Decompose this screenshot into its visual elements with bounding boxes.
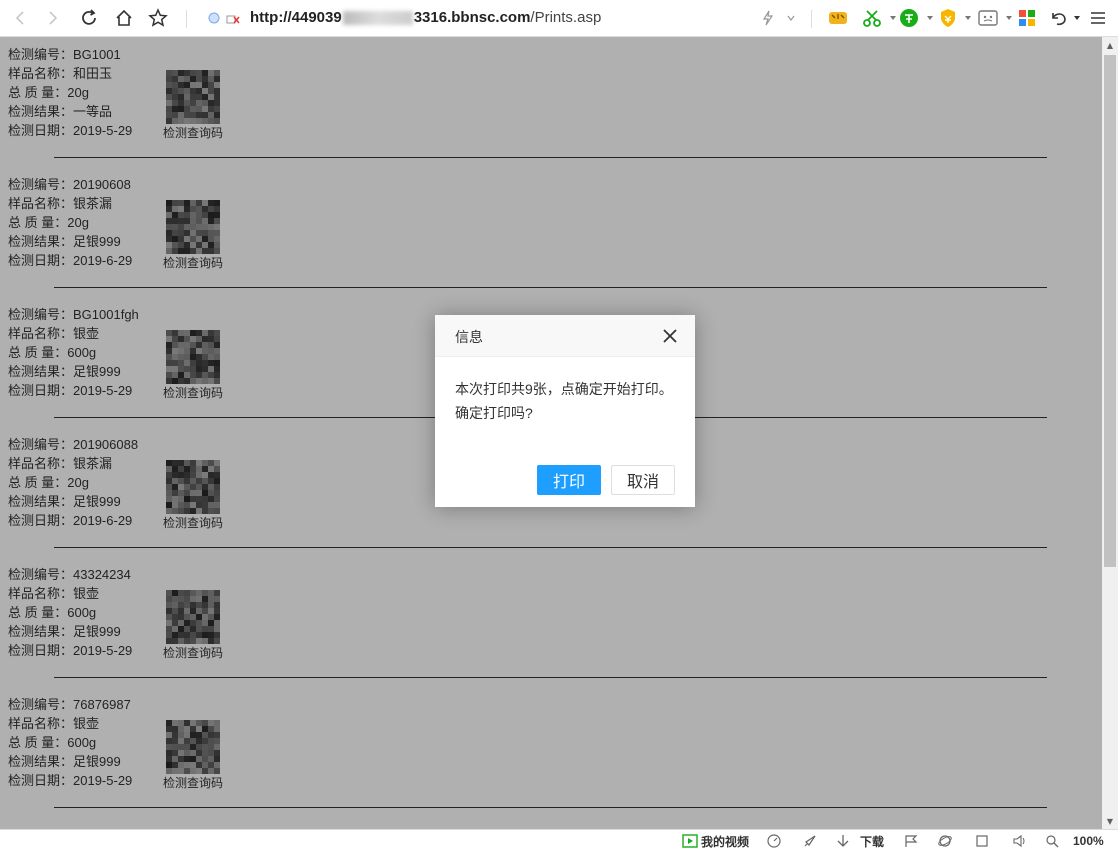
star-icon[interactable] [146,6,170,30]
download-icon [837,835,849,847]
dialog-message-line: 本次打印共9张，点确定开始打印。 [455,381,673,397]
download-button[interactable]: 下载 [836,833,884,849]
vertical-scrollbar[interactable]: ▲ ▼ [1102,37,1118,829]
zoom-icon[interactable] [1045,833,1059,849]
dialog-title: 信息 [455,329,483,345]
volume-icon[interactable] [1012,833,1028,849]
rocket-icon[interactable] [802,833,818,849]
scroll-thumb[interactable] [1104,55,1116,567]
address-bar[interactable]: http://449039 3316.bbnsc.com/Prints.asp [200,4,810,32]
home-icon[interactable] [112,6,136,30]
dialog-message: 本次打印共9张，点确定开始打印。 确定打印吗? [455,377,680,425]
cancel-button[interactable]: 取消 [611,465,675,495]
browser-toolbar: http://449039 3316.bbnsc.com/Prints.asp [0,0,1118,37]
zoom-level[interactable]: 100% [1073,833,1104,849]
dialog-header: 信息 [435,315,695,357]
close-icon[interactable] [661,327,679,345]
video-icon [682,834,698,848]
back-icon[interactable] [8,6,32,30]
print-confirm-dialog: 信息 本次打印共9张，点确定开始打印。 确定打印吗? 打印 取消 [435,315,695,507]
window-icon[interactable] [975,833,989,849]
ie-icon[interactable] [937,833,953,849]
lightning-icon[interactable] [756,6,780,30]
print-button[interactable]: 打印 [537,465,601,495]
menu-icon[interactable] [1086,6,1110,30]
browser-statusbar: 我的视频 下载 100% [0,829,1118,852]
my-video-button[interactable]: 我的视频 [682,833,749,849]
flag-icon[interactable] [904,833,918,849]
scroll-down-arrow-icon[interactable]: ▼ [1102,813,1118,829]
dialog-message-line: 确定打印吗? [455,405,533,421]
insecure-icon [226,15,240,24]
refresh-icon[interactable] [77,6,101,30]
scroll-up-arrow-icon[interactable]: ▲ [1102,37,1118,53]
page-icon [208,12,220,24]
tiger-extension-icon[interactable] [826,6,850,30]
url-text: http://449039 3316.bbnsc.com/Prints.asp [250,9,602,26]
speed-icon[interactable] [766,833,782,849]
forward-icon[interactable] [41,6,65,30]
chevron-down-icon[interactable] [779,6,803,30]
apps-icon[interactable] [1015,6,1039,30]
